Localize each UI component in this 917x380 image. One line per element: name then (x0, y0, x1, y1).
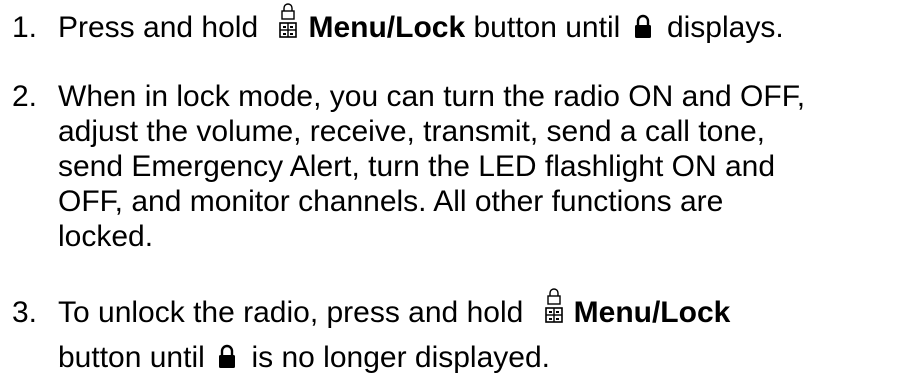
step-text-segment: is no longer displayed. (243, 341, 550, 374)
step-line: OFF, and monitor channels. All other fun… (58, 185, 724, 218)
step-line: button until is no longer displayed. (58, 339, 913, 376)
step-line: locked. (58, 220, 154, 253)
step-number: 3. (12, 296, 38, 329)
menu-lock-icon (542, 288, 566, 326)
step-number: 1. (12, 11, 38, 44)
step-line: Press and hold Menu/Lock button until di… (58, 3, 913, 46)
menu-lock-icon (276, 3, 300, 41)
step-text-segment: button until (465, 11, 629, 44)
lock-icon (633, 14, 653, 40)
step-line: adjust the volume, receive, transmit, se… (58, 115, 766, 148)
menu-lock-label: Menu/Lock (573, 296, 731, 329)
step-text: To unlock the radio, press and hold Menu… (58, 288, 913, 376)
step-line: send Emergency Alert, turn the LED flash… (58, 150, 776, 183)
lock-icon (217, 344, 237, 370)
step-number: 2. (12, 80, 38, 113)
step-text-segment: To unlock the radio, press and hold (58, 296, 532, 329)
step-text-segment: displays. (658, 11, 784, 44)
step-text: Press and hold Menu/Lock button until di… (58, 3, 913, 46)
menu-lock-label: Menu/Lock (308, 11, 466, 44)
step-line: To unlock the radio, press and hold Menu… (58, 288, 913, 331)
step-text-segment: Press and hold (58, 11, 267, 44)
step-text: When in lock mode, you can turn the radi… (58, 78, 913, 253)
step-line: When in lock mode, you can turn the radi… (58, 80, 806, 113)
step-text-segment: button until (58, 341, 214, 374)
